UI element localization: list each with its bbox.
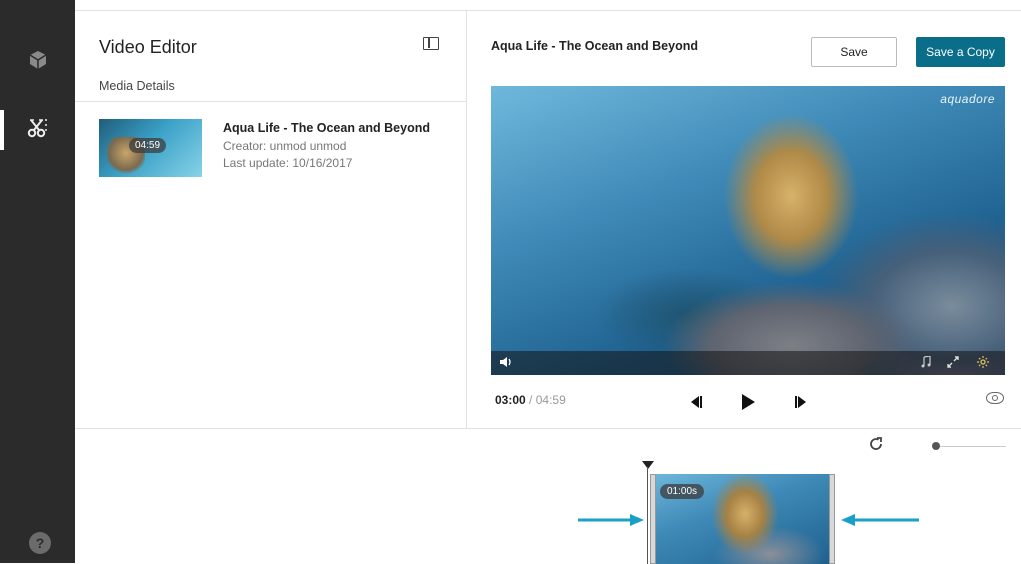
- timeline-clip[interactable]: 01:00s: [650, 474, 835, 564]
- music-icon[interactable]: [921, 355, 931, 371]
- clip-trim-handle-right[interactable]: [829, 474, 835, 564]
- media-creator: Creator: unmod unmod: [223, 139, 347, 153]
- fullscreen-icon[interactable]: [947, 356, 959, 371]
- media-details-label: Media Details: [99, 79, 175, 93]
- cube-icon: [28, 50, 48, 75]
- step-back-button[interactable]: [685, 393, 707, 411]
- total-time: / 04:59: [529, 393, 566, 407]
- preview-eye-icon[interactable]: [986, 392, 1004, 404]
- annotation-arrow-right-icon: [578, 513, 646, 532]
- sidebar-item-editor[interactable]: [0, 110, 75, 150]
- playhead-line: [647, 467, 648, 564]
- duration-badge: 04:59: [129, 138, 167, 153]
- sidebar: ?: [0, 0, 75, 563]
- sidebar-item-media[interactable]: [0, 42, 75, 82]
- timeline: 01:00s: [75, 428, 1021, 564]
- page-title: Video Editor: [99, 37, 197, 57]
- refresh-icon[interactable]: [869, 437, 883, 455]
- step-back-icon: [691, 396, 702, 408]
- media-thumbnail: 04:59: [99, 119, 202, 177]
- zoom-slider-handle[interactable]: [932, 442, 940, 450]
- media-last-update: Last update: 10/16/2017: [223, 156, 353, 170]
- help-button[interactable]: ?: [29, 532, 51, 554]
- media-title: Aqua Life - The Ocean and Beyond: [223, 121, 430, 135]
- volume-icon[interactable]: [499, 356, 513, 371]
- zoom-slider-track[interactable]: [933, 446, 1006, 447]
- clip-trim-handle-left[interactable]: [650, 474, 656, 564]
- media-details-panel: Video Editor Media Details 04:59 Aqua Li…: [75, 10, 467, 428]
- play-button[interactable]: [737, 393, 759, 411]
- player-control-bar: [491, 351, 1005, 375]
- save-button[interactable]: Save: [811, 37, 897, 67]
- panel-toggle-icon[interactable]: [423, 37, 439, 50]
- video-player[interactable]: aquadore: [491, 86, 1005, 375]
- play-icon: [742, 394, 755, 410]
- clip-duration-badge: 01:00s: [660, 484, 705, 499]
- divider: [75, 101, 467, 102]
- help-icon: ?: [35, 535, 45, 551]
- settings-icon[interactable]: [977, 356, 989, 371]
- step-forward-icon: [795, 396, 806, 408]
- annotation-arrow-left-icon: [839, 513, 919, 532]
- media-item[interactable]: 04:59 Aqua Life - The Ocean and Beyond C…: [99, 119, 459, 181]
- current-time: 03:00: [495, 393, 526, 407]
- time-display: 03:00 / 04:59: [495, 393, 566, 407]
- scissors-icon: [26, 117, 50, 144]
- playhead-marker[interactable]: [642, 461, 654, 469]
- step-forward-button[interactable]: [790, 393, 812, 411]
- player-logo: aquadore: [940, 92, 995, 106]
- video-title: Aqua Life - The Ocean and Beyond: [491, 39, 698, 53]
- save-copy-button[interactable]: Save a Copy: [916, 37, 1005, 67]
- editor-panel: Aqua Life - The Ocean and Beyond Save Sa…: [467, 10, 1021, 428]
